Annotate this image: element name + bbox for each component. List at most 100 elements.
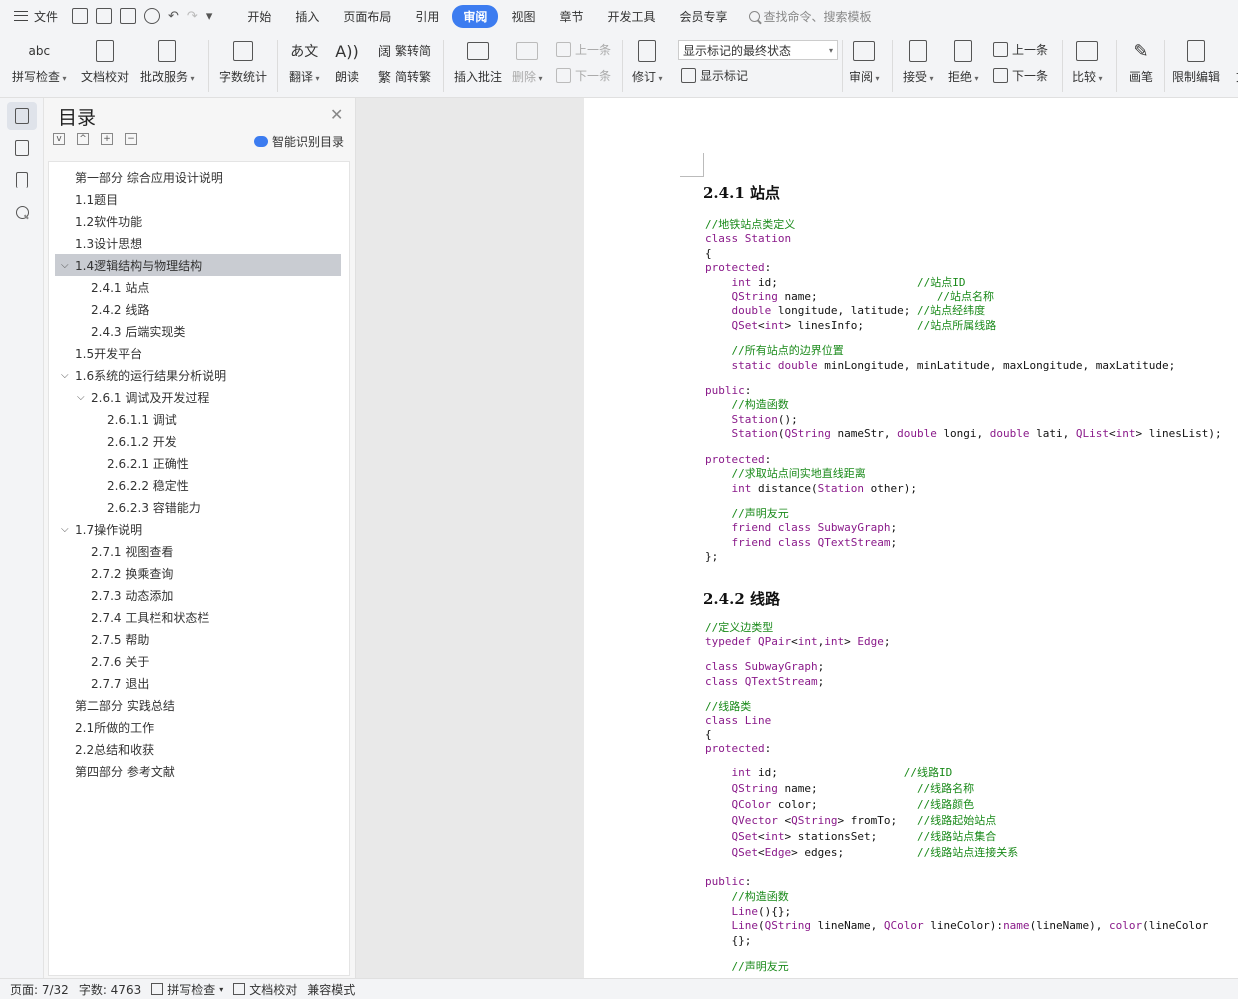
restrict-edit-button[interactable]: 限制编辑	[1172, 32, 1220, 85]
insert-comment-button[interactable]: 插入批注	[454, 32, 502, 85]
chevron-down-icon[interactable]: ⌵	[61, 370, 69, 381]
markup-state-select[interactable]: 显示标记的最终状态 ▾	[678, 40, 838, 60]
toc-item[interactable]: 2.4.1 站点	[55, 276, 341, 298]
toc-item[interactable]: 2.7.7 退出	[55, 672, 341, 694]
tab-6[interactable]: 章节	[548, 5, 594, 28]
delete-comment-button[interactable]: 删除	[512, 32, 543, 85]
show-markup-button[interactable]: 显示标记	[681, 67, 748, 84]
prev-comment-button[interactable]: 上一条	[556, 41, 611, 58]
code-line: friend class SubwayGraph;	[705, 521, 1222, 535]
minus-icon[interactable]: −	[125, 133, 137, 145]
toc-item[interactable]: 2.7.6 关于	[55, 650, 341, 672]
toc-item[interactable]: ⌵ 1.6系统的运行结果分析说明	[55, 364, 341, 386]
toc-item[interactable]: ⌵ 1.7操作说明	[55, 518, 341, 540]
accept-button[interactable]: 接受	[903, 32, 934, 85]
insert-comment-icon	[465, 38, 491, 64]
chevron-down-icon[interactable]: ⌵	[77, 392, 85, 403]
toc-item[interactable]: 1.3设计思想	[55, 232, 341, 254]
print-preview-icon[interactable]	[144, 8, 161, 24]
toc-item[interactable]: 2.6.2.2 稳定性	[55, 474, 341, 496]
toc-item[interactable]: 1.1题目	[55, 188, 341, 210]
print-icon[interactable]	[120, 8, 137, 24]
toc-item[interactable]: 2.4.3 后端实现类	[55, 320, 341, 342]
simp-to-trad-button[interactable]: 繁 简转繁	[378, 67, 431, 86]
status-doc-proof[interactable]: 文档校对	[233, 981, 297, 998]
collapse-all-icon[interactable]: v	[53, 133, 65, 145]
code-line: //构造函数	[705, 890, 1208, 905]
toc-item[interactable]: 2.7.5 帮助	[55, 628, 341, 650]
code-block-line-public: public: //构造函数 Line(){}; Line(QString li…	[705, 875, 1208, 975]
doc-proof-button[interactable]: 文档校对	[81, 32, 129, 85]
word-count-button[interactable]: 字数统计	[219, 32, 267, 85]
find-button[interactable]	[7, 198, 37, 226]
pen-button[interactable]: ✎ 画笔	[1128, 32, 1154, 85]
undo-icon[interactable]: ↶	[168, 9, 179, 24]
toc-item[interactable]: 2.7.1 视图查看	[55, 540, 341, 562]
quick-access-dropdown-icon[interactable]: ▾	[206, 9, 213, 24]
code-token: QSet	[731, 846, 759, 859]
close-icon[interactable]: ✕	[330, 105, 343, 124]
toc-item[interactable]: 1.5开发平台	[55, 342, 341, 364]
page-indicator[interactable]: 页面: 7/32	[10, 981, 69, 998]
tab-5[interactable]: 视图	[500, 5, 546, 28]
pen-icon: ✎	[1133, 40, 1149, 62]
compare-button[interactable]: 比较	[1072, 32, 1103, 85]
export-pdf-icon[interactable]	[96, 8, 113, 24]
bookmark-button[interactable]	[7, 166, 37, 194]
toc-item[interactable]: 2.6.1.2 开发	[55, 430, 341, 452]
code-token: protected	[705, 452, 765, 466]
prev-change-button[interactable]: 上一条	[993, 41, 1048, 58]
save-icon[interactable]	[72, 8, 89, 24]
code-token: (	[758, 919, 765, 933]
code-token: lati,	[1036, 427, 1076, 441]
toc-item[interactable]: 2.7.3 动态添加	[55, 584, 341, 606]
navigation-button[interactable]	[7, 134, 37, 162]
toc-item[interactable]: 2.1所做的工作	[55, 716, 341, 738]
expand-up-icon[interactable]: ^	[77, 133, 89, 145]
tab-1[interactable]: 插入	[284, 5, 330, 28]
toc-item[interactable]: 第四部分 参考文献	[55, 760, 341, 782]
batch-service-button[interactable]: 批改服务	[140, 32, 195, 85]
tab-0[interactable]: 开始	[236, 5, 282, 28]
toc-item[interactable]: 2.6.1.1 调试	[55, 408, 341, 430]
toc-item[interactable]: 2.2总结和收获	[55, 738, 341, 760]
toc-panel-button[interactable]	[7, 102, 37, 130]
toc-item[interactable]: 2.4.2 线路	[55, 298, 341, 320]
translate-button[interactable]: あ文 翻译	[289, 32, 320, 85]
tab-2[interactable]: 页面布局	[332, 5, 402, 28]
trad-to-simp-button[interactable]: 阔 繁转简	[378, 41, 431, 60]
plus-icon[interactable]: +	[101, 133, 113, 145]
revise-button[interactable]: 修订	[632, 32, 663, 85]
toc-item[interactable]: 第一部分 综合应用设计说明	[55, 166, 341, 188]
cut-off-button[interactable]: 文	[1229, 32, 1238, 85]
next-change-button[interactable]: 下一条	[993, 67, 1048, 84]
status-spell-check[interactable]: 拼写检查 ▾	[151, 981, 223, 998]
toc-item[interactable]: 2.6.2.1 正确性	[55, 452, 341, 474]
next-comment-button[interactable]: 下一条	[556, 67, 611, 84]
tab-7[interactable]: 开发工具	[596, 5, 666, 28]
reject-button[interactable]: 拒绝	[948, 32, 979, 85]
read-aloud-button[interactable]: A)) 朗读	[334, 32, 360, 85]
spell-check-button[interactable]: abc 拼写检查	[12, 32, 67, 85]
code-token: int	[1115, 427, 1136, 441]
code-token: QVector	[731, 814, 785, 827]
toc-item[interactable]: 第二部分 实践总结	[55, 694, 341, 716]
toc-item[interactable]: 1.2软件功能	[55, 210, 341, 232]
toc-item[interactable]: ⌵ 1.4逻辑结构与物理结构	[55, 254, 341, 276]
review-pane-button[interactable]: 审阅	[849, 32, 880, 85]
chevron-down-icon[interactable]: ⌵	[61, 524, 69, 535]
toc-item[interactable]: 2.6.2.3 容错能力	[55, 496, 341, 518]
chevron-down-icon[interactable]: ⌵	[61, 260, 69, 271]
smart-toc-button[interactable]: 智能识别目录	[254, 133, 344, 150]
tab-8[interactable]: 会员专享	[668, 5, 738, 28]
word-count[interactable]: 字数: 4763	[79, 981, 141, 998]
tab-3[interactable]: 引用	[404, 5, 450, 28]
toc-item[interactable]: ⌵ 2.6.1 调试及开发过程	[55, 386, 341, 408]
file-menu[interactable]: 文件	[0, 0, 66, 32]
command-search[interactable]: 查找命令、搜索模板	[748, 8, 872, 25]
toc-item[interactable]: 2.7.2 换乘查询	[55, 562, 341, 584]
code-token: {	[705, 246, 712, 260]
toc-item[interactable]: 2.7.4 工具栏和状态栏	[55, 606, 341, 628]
tab-4[interactable]: 审阅	[452, 4, 499, 28]
redo-icon[interactable]: ↷	[187, 9, 198, 24]
